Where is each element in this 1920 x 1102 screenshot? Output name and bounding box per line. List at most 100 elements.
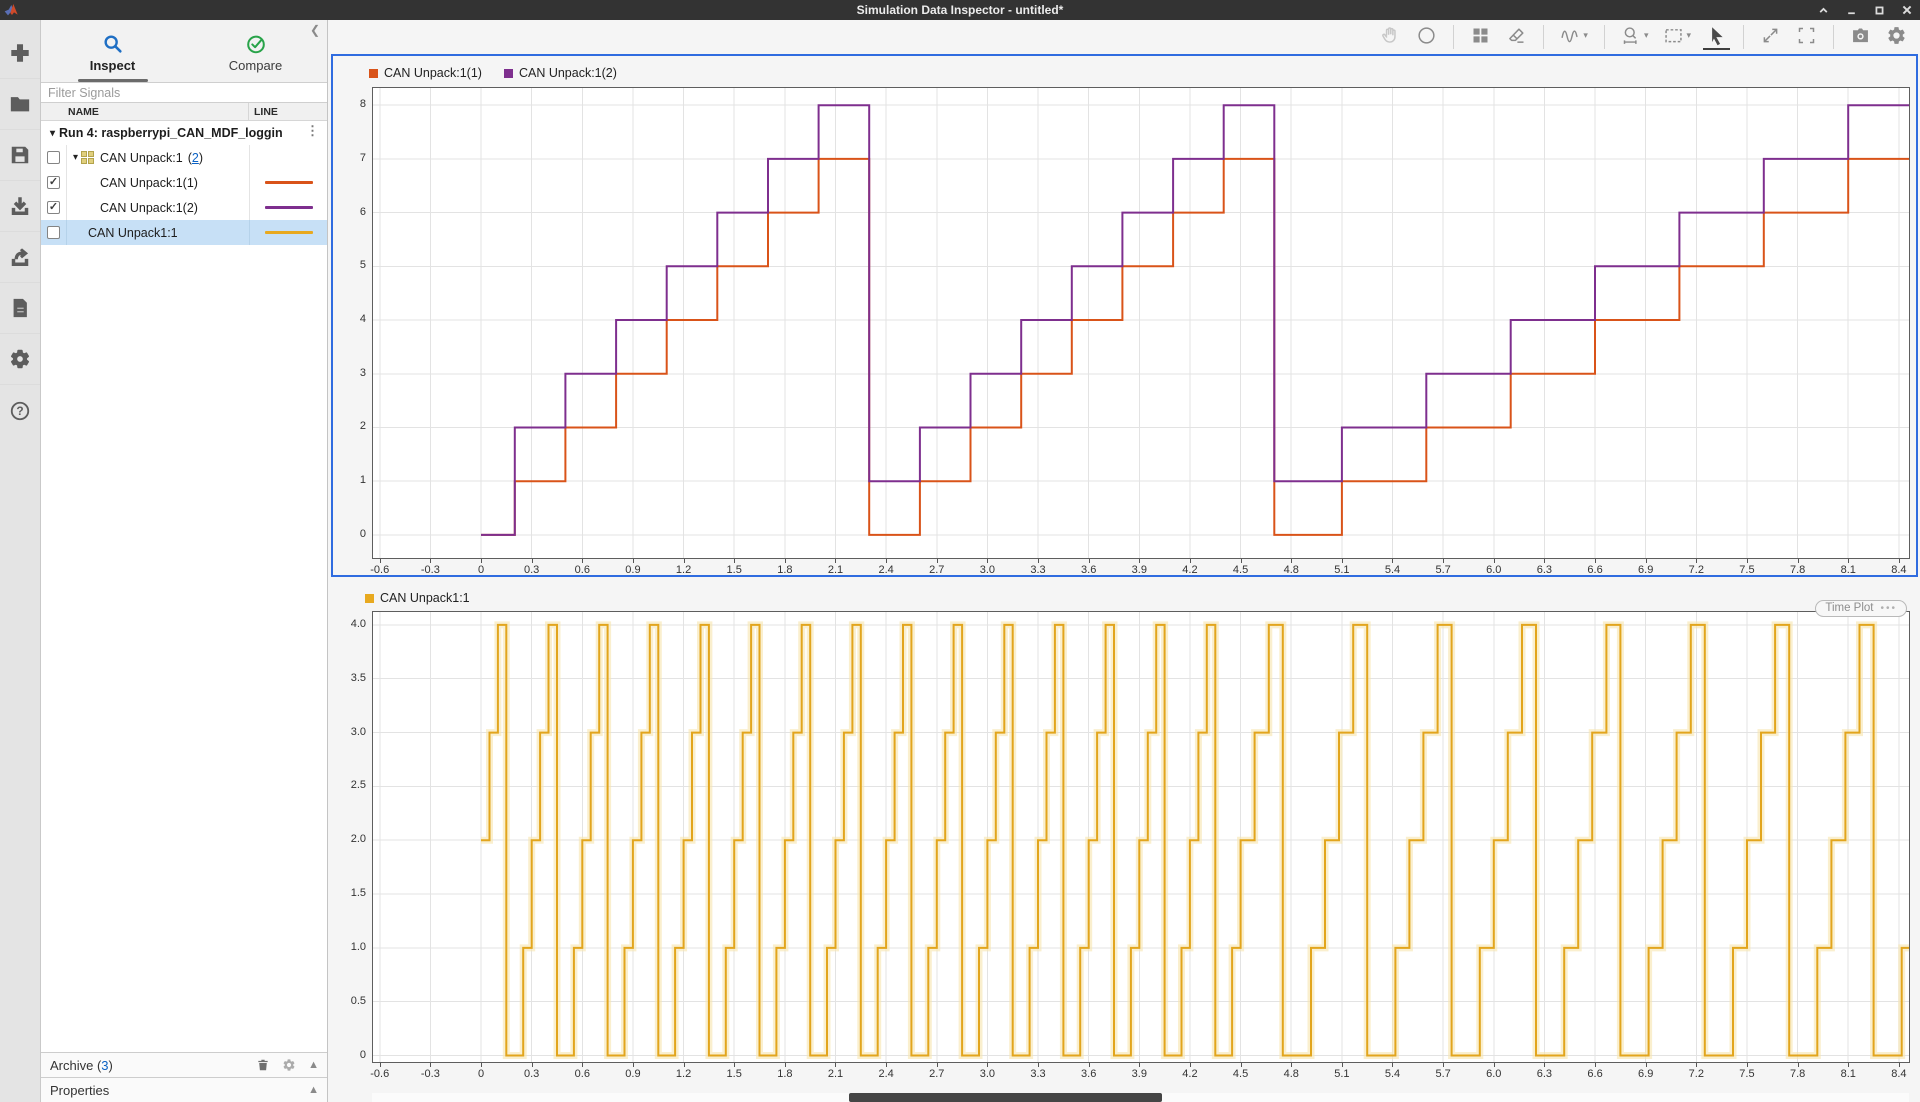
replay-icon <box>1416 25 1437 46</box>
legend-item[interactable]: CAN Unpack:1(2) <box>504 66 617 80</box>
filter-signals-input[interactable] <box>41 82 327 103</box>
column-header-line[interactable]: LINE <box>249 103 327 120</box>
x-tick-mark <box>582 1063 583 1067</box>
report-button[interactable] <box>0 283 40 334</box>
signal-checkbox-checked[interactable]: ✓ <box>47 176 60 189</box>
dropdown-caret-icon: ▾ <box>1583 30 1588 41</box>
x-tick-mark <box>430 559 431 563</box>
signal-checkbox[interactable] <box>47 226 60 239</box>
help-icon <box>9 400 31 422</box>
signal-options-button[interactable]: ▾ <box>1557 23 1591 50</box>
trash-icon[interactable] <box>256 1058 270 1072</box>
tab-compare[interactable]: Compare <box>184 20 327 82</box>
snapshot-button[interactable] <box>1847 23 1874 50</box>
x-tick-label: 2.4 <box>878 1068 893 1080</box>
fullscreen-button[interactable] <box>1793 23 1820 50</box>
x-tick-label: 4.5 <box>1233 564 1248 576</box>
line-style-swatch[interactable] <box>265 181 313 184</box>
properties-label: Properties <box>50 1083 109 1098</box>
signal-group-checkbox[interactable] <box>47 151 60 164</box>
open-button[interactable] <box>0 79 40 130</box>
x-tick-label: 3.3 <box>1030 564 1045 576</box>
export-button[interactable] <box>0 232 40 283</box>
archive-section-header[interactable]: Archive (3) ▲ <box>41 1052 327 1077</box>
x-tick-mark <box>1696 559 1697 563</box>
run-group-row[interactable]: ▾ Run 4: raspberrypi_CAN_MDF_loggin ⋮ <box>41 121 327 145</box>
clear-plots-button[interactable] <box>1503 23 1530 50</box>
time-plot-type-button[interactable]: Time Plot ••• <box>1815 600 1907 617</box>
top-time-plot[interactable]: CAN Unpack:1(1) CAN Unpack:1(2) 01234567… <box>331 54 1918 577</box>
signal-row[interactable]: ✓ CAN Unpack:1(1) <box>41 170 327 195</box>
plot-settings-button[interactable] <box>1883 23 1910 50</box>
restore-up-icon[interactable] <box>1816 3 1830 17</box>
preferences-button[interactable] <box>0 334 40 385</box>
save-button[interactable] <box>0 130 40 181</box>
layout-button[interactable] <box>1467 23 1494 50</box>
minimize-icon[interactable] <box>1844 3 1858 17</box>
legend-color-swatch <box>369 69 378 78</box>
bottom-time-plot[interactable]: CAN Unpack1:1 00.51.01.52.02.53.03.54.0 … <box>331 585 1918 1097</box>
help-button[interactable] <box>0 385 40 436</box>
left-toolbar <box>0 20 41 1102</box>
x-tick-label: 3.0 <box>980 1068 995 1080</box>
signal-trace[interactable] <box>481 159 1909 535</box>
signal-count-link[interactable]: 2 <box>192 151 199 165</box>
column-header-name[interactable]: NAME <box>41 103 249 120</box>
archive-settings-gear-icon[interactable] <box>282 1058 296 1072</box>
collapse-sidebar-icon[interactable]: ❮ <box>310 24 320 36</box>
pan-button[interactable] <box>1377 23 1404 50</box>
y-tick-label: 5 <box>360 259 366 271</box>
line-style-swatch[interactable] <box>265 206 313 209</box>
x-tick-label: 0.6 <box>575 1068 590 1080</box>
collapse-properties-icon[interactable]: ▲ <box>308 1084 319 1096</box>
replay-button[interactable] <box>1413 23 1440 50</box>
tab-inspect[interactable]: Inspect <box>41 20 184 82</box>
x-tick-label: 5.7 <box>1435 564 1450 576</box>
expand-button[interactable] <box>1757 23 1784 50</box>
y-tick-label: 4 <box>360 313 366 325</box>
signal-checkbox-checked[interactable]: ✓ <box>47 201 60 214</box>
signal-group-row[interactable]: ▾ CAN Unpack:1 (2) <box>41 145 327 170</box>
collapse-archive-icon[interactable]: ▲ <box>308 1059 319 1071</box>
line-style-swatch[interactable] <box>265 231 313 234</box>
signal-row[interactable]: ✓ CAN Unpack:1(2) <box>41 195 327 220</box>
y-tick-label: 3.5 <box>351 672 366 684</box>
collapse-group-icon[interactable]: ▾ <box>73 152 78 163</box>
x-tick-mark <box>1747 1063 1748 1067</box>
open-folder-icon <box>9 93 31 115</box>
horizontal-scrollbar[interactable] <box>372 1093 1909 1102</box>
signal-tree: ▾ Run 4: raspberrypi_CAN_MDF_loggin ⋮ ▾ … <box>41 121 327 245</box>
x-tick-mark <box>481 1063 482 1067</box>
x-tick-label: 3.3 <box>1030 1068 1045 1080</box>
legend-item[interactable]: CAN Unpack:1(1) <box>369 66 482 80</box>
x-tick-label: 8.1 <box>1841 564 1856 576</box>
legend-item[interactable]: CAN Unpack1:1 <box>365 591 470 605</box>
x-axis-labels: -0.6-0.300.30.60.91.21.51.82.12.42.73.03… <box>372 559 1910 579</box>
signal-table-header: NAME LINE <box>41 103 327 121</box>
x-tick-mark <box>582 559 583 563</box>
x-tick-label: 0 <box>478 564 484 576</box>
maximize-icon[interactable] <box>1872 3 1886 17</box>
zoom-x-button[interactable]: ▾ <box>1618 23 1652 50</box>
add-button[interactable] <box>0 28 40 79</box>
plot-canvas[interactable] <box>372 87 1910 559</box>
x-tick-mark <box>1899 559 1900 563</box>
signal-label: CAN Unpack:1(1) <box>100 176 198 190</box>
x-tick-mark <box>1392 1063 1393 1067</box>
legend-color-swatch <box>365 594 374 603</box>
plot-canvas[interactable] <box>372 611 1910 1063</box>
import-button[interactable] <box>0 181 40 232</box>
scrollbar-thumb[interactable] <box>849 1093 1162 1102</box>
plot-type-options-dots-icon[interactable]: ••• <box>1880 603 1897 614</box>
x-tick-label: 8.4 <box>1891 1068 1906 1080</box>
x-tick-label: 1.8 <box>777 1068 792 1080</box>
select-cursor-button[interactable] <box>1703 23 1730 50</box>
properties-section-header[interactable]: Properties ▲ <box>41 1077 327 1102</box>
run-options-kebab-icon[interactable]: ⋮ <box>306 123 319 139</box>
close-icon[interactable] <box>1900 3 1914 17</box>
fit-to-view-button[interactable]: ▾ <box>1660 23 1694 50</box>
collapse-run-icon[interactable]: ▾ <box>50 128 55 139</box>
x-tick-label: 6.0 <box>1486 1068 1501 1080</box>
signal-row-selected[interactable]: CAN Unpack1:1 <box>41 220 327 245</box>
x-tick-label: 6.3 <box>1537 564 1552 576</box>
